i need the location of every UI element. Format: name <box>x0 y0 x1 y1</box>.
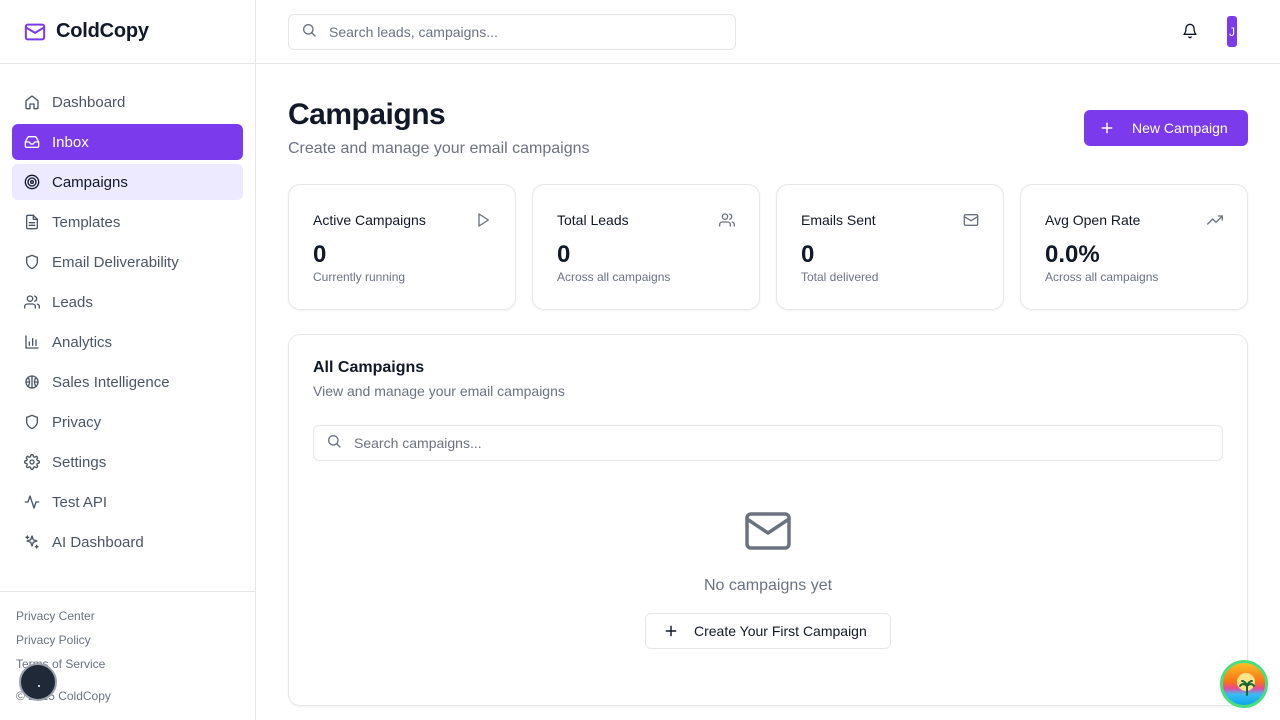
sidebar-item-ai-dashboard[interactable]: AI Dashboard <box>12 524 243 560</box>
empty-state-text: No campaigns yet <box>703 577 833 594</box>
mail-icon <box>963 212 979 228</box>
file-icon <box>24 214 40 230</box>
stat-desc: Across all campaigns <box>1045 270 1159 284</box>
sidebar-item-test-api[interactable]: Test API <box>12 484 243 520</box>
sidebar-item-dashboard[interactable]: Dashboard <box>12 84 243 120</box>
plus-icon <box>1100 121 1114 135</box>
shield-icon <box>24 254 40 270</box>
stat-value: 0.0% <box>1045 241 1100 268</box>
brand[interactable]: ColdCopy <box>0 0 255 64</box>
sidebar-item-label: Sales Intelligence <box>52 373 170 391</box>
stat-desc: Currently running <box>313 270 406 284</box>
mail-icon <box>745 511 791 551</box>
bell-icon[interactable] <box>1182 22 1198 40</box>
bar-chart-icon <box>24 334 40 350</box>
home-icon <box>24 94 40 110</box>
sidebar-item-privacy[interactable]: Privacy <box>12 404 243 440</box>
all-campaigns-panel: All Campaigns View and manage your email… <box>288 334 1248 706</box>
gear-icon <box>24 454 40 470</box>
stat-label: Total Leads <box>557 212 629 228</box>
users-icon <box>719 212 735 228</box>
avatar[interactable]: J <box>1227 16 1237 47</box>
inbox-icon <box>24 134 40 150</box>
sidebar-item-analytics[interactable]: Analytics <box>12 324 243 360</box>
new-campaign-button[interactable]: New Campaign <box>1084 110 1248 146</box>
sidebar-item-sales-intelligence[interactable]: Sales Intelligence <box>12 364 243 400</box>
trending-up-icon <box>1207 212 1223 228</box>
sidebar-item-email-deliverability[interactable]: Email Deliverability <box>12 244 243 280</box>
campaign-search-input[interactable] <box>354 435 1222 451</box>
plus-icon <box>664 624 678 638</box>
campaign-search[interactable] <box>313 425 1223 461</box>
stat-value: 0 <box>557 241 571 268</box>
sidebar-item-label: Email Deliverability <box>52 253 179 271</box>
panel-subtitle: View and manage your email campaigns <box>313 383 565 399</box>
stat-card-active-campaigns: Active Campaigns 0 Currently running <box>288 184 516 310</box>
sidebar-item-campaigns[interactable]: Campaigns <box>12 164 243 200</box>
stat-card-avg-open-rate: Avg Open Rate 0.0% Across all campaigns <box>1020 184 1248 310</box>
topbar: J <box>256 0 1280 64</box>
sidebar-item-label: Campaigns <box>52 173 128 191</box>
sidebar: ColdCopy Dashboard Inbox Campaigns Templ… <box>0 0 256 720</box>
users-icon <box>24 294 40 310</box>
search-icon <box>326 433 342 454</box>
page-title: Campaigns <box>288 98 446 131</box>
stat-value: 0 <box>313 241 327 268</box>
stat-value: 0 <box>801 241 815 268</box>
sidebar-item-label: Dashboard <box>52 93 126 111</box>
activity-icon <box>24 494 40 510</box>
panel-title: All Campaigns <box>313 359 425 376</box>
page-subtitle: Create and manage your email campaigns <box>288 140 590 157</box>
assistant-widget-button[interactable] <box>1220 660 1268 708</box>
sidebar-item-label: Test API <box>52 493 108 511</box>
stat-label: Active Campaigns <box>313 212 426 228</box>
sidebar-item-label: Templates <box>52 213 121 231</box>
sidebar-item-settings[interactable]: Settings <box>12 444 243 480</box>
sidebar-item-label: AI Dashboard <box>52 533 144 551</box>
create-first-campaign-button[interactable]: Create Your First Campaign <box>645 613 891 649</box>
search-input[interactable] <box>329 24 735 40</box>
new-campaign-label: New Campaign <box>1132 120 1228 136</box>
stat-label: Avg Open Rate <box>1045 212 1141 228</box>
play-icon <box>475 212 491 228</box>
brand-name: ColdCopy <box>56 20 149 42</box>
create-first-campaign-label: Create Your First Campaign <box>694 623 867 639</box>
stat-desc: Across all campaigns <box>557 270 671 284</box>
stat-label: Emails Sent <box>801 212 876 228</box>
sidebar-item-label: Privacy <box>52 413 102 431</box>
target-icon <box>24 174 40 190</box>
stat-card-total-leads: Total Leads 0 Across all campaigns <box>532 184 760 310</box>
sidebar-nav: Dashboard Inbox Campaigns Templates Emai… <box>0 64 255 560</box>
chat-bubble-button[interactable] <box>19 663 57 701</box>
palm-tree-icon <box>1237 677 1257 697</box>
mail-logo-icon <box>24 21 46 43</box>
sidebar-item-label: Settings <box>52 453 107 471</box>
sidebar-item-label: Leads <box>52 293 93 311</box>
stat-desc: Total delivered <box>801 270 879 284</box>
stat-card-emails-sent: Emails Sent 0 Total delivered <box>776 184 1004 310</box>
shield-icon <box>24 414 40 430</box>
privacy-center-link[interactable]: Privacy Center <box>16 609 239 633</box>
sidebar-item-label: Inbox <box>52 133 89 151</box>
sidebar-item-label: Analytics <box>52 333 113 351</box>
sidebar-item-leads[interactable]: Leads <box>12 284 243 320</box>
stats-row: Active Campaigns 0 Currently running Tot… <box>288 184 1248 310</box>
sidebar-item-inbox[interactable]: Inbox <box>12 124 243 160</box>
search-icon <box>301 22 317 43</box>
privacy-policy-link[interactable]: Privacy Policy <box>16 633 239 657</box>
brain-icon <box>24 374 40 390</box>
sparkles-icon <box>24 534 40 550</box>
global-search[interactable] <box>288 14 736 50</box>
sidebar-item-templates[interactable]: Templates <box>12 204 243 240</box>
